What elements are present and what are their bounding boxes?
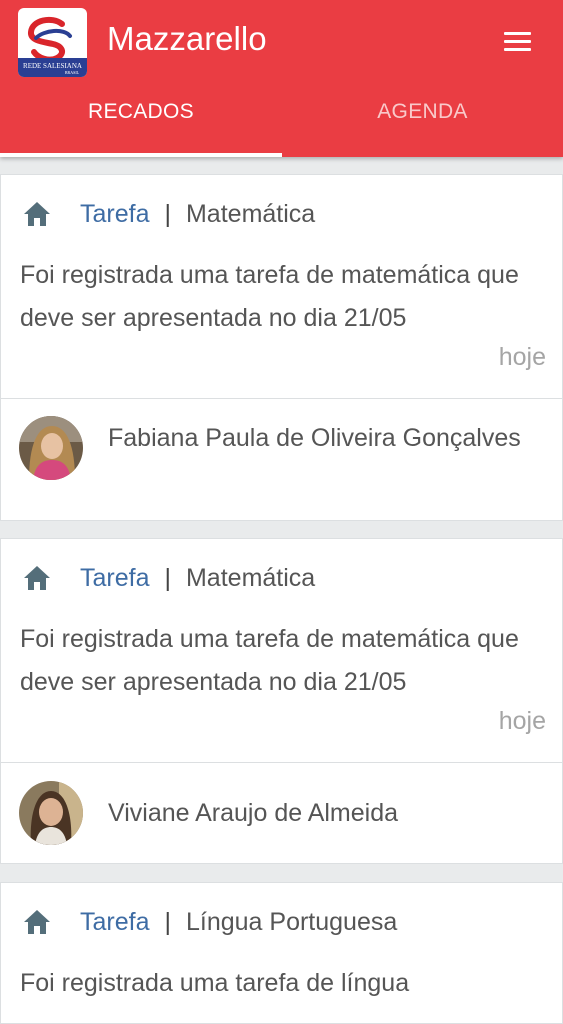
message-header: Tarefa | Matemática: [23, 561, 315, 595]
home-icon: [24, 202, 50, 226]
card-divider: [1, 398, 562, 399]
message-timestamp: hoje: [498, 343, 546, 371]
app-title: Mazzarello: [107, 20, 267, 57]
svg-text:BRASIL: BRASIL: [65, 70, 80, 75]
header-separator: |: [164, 199, 171, 228]
app-header: REDE SALESIANA BRASIL Mazzarello RECADOS…: [0, 0, 563, 157]
message-timestamp: hoje: [498, 707, 546, 735]
message-header: Tarefa | Matemática: [23, 197, 315, 231]
message-category[interactable]: Tarefa: [80, 564, 149, 593]
app-logo: REDE SALESIANA BRASIL: [18, 8, 87, 77]
tab-recados[interactable]: RECADOS: [0, 100, 282, 157]
header-separator: |: [164, 907, 171, 936]
message-card[interactable]: Tarefa | Língua Portuguesa Foi registrad…: [0, 882, 563, 1024]
header-separator: |: [164, 563, 171, 592]
message-subject: Matemática: [185, 199, 316, 228]
message-category[interactable]: Tarefa: [80, 200, 149, 229]
message-subject: Língua Portuguesa: [185, 907, 398, 936]
home-icon: [24, 566, 50, 590]
author-name: Viviane Araujo de Almeida: [108, 799, 399, 827]
active-tab-indicator: [0, 153, 282, 157]
message-text: Foi registrada uma tarefa de matemática …: [20, 625, 519, 696]
tab-agenda[interactable]: AGENDA: [282, 100, 563, 157]
message-text: Foi registrada uma tarefa de matemática …: [20, 261, 519, 332]
svg-text:REDE SALESIANA: REDE SALESIANA: [23, 62, 82, 70]
home-icon: [24, 910, 50, 934]
card-divider: [1, 762, 562, 763]
message-card[interactable]: Tarefa | Matemática Foi registrada uma t…: [0, 174, 563, 521]
author-avatar: [19, 781, 83, 845]
message-subject: Matemática: [185, 563, 316, 592]
hamburger-menu-icon[interactable]: [503, 30, 533, 54]
message-text: Foi registrada uma tarefa de língua: [20, 969, 410, 997]
message-card[interactable]: Tarefa | Matemática Foi registrada uma t…: [0, 538, 563, 864]
author-name: Fabiana Paula de Oliveira Gonçalves: [108, 424, 521, 452]
author-avatar: [19, 416, 83, 480]
message-header: Tarefa | Língua Portuguesa: [23, 905, 397, 939]
message-category[interactable]: Tarefa: [80, 908, 149, 937]
